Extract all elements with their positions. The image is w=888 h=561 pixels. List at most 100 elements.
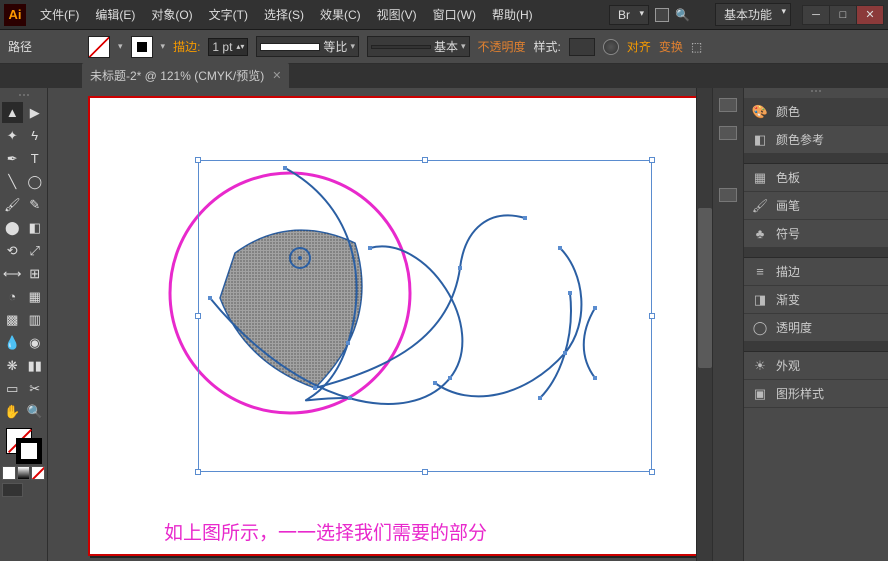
recolor-icon[interactable] (603, 39, 619, 55)
selection-type-label: 路径 (8, 38, 32, 55)
isolate-icon[interactable]: ⬚ (691, 40, 705, 54)
titlebar: Ai 文件(F) 编辑(E) 对象(O) 文字(T) 选择(S) 效果(C) 视… (0, 0, 888, 30)
menu-view[interactable]: 视图(V) (371, 3, 423, 26)
color-guide-icon: ◧ (752, 132, 768, 148)
menu-file[interactable]: 文件(F) (34, 3, 85, 26)
document-tab-title: 未标题-2* @ 121% (CMYK/预览) (90, 67, 264, 84)
zoom-tool[interactable]: 🔍 (25, 401, 46, 422)
menu-object[interactable]: 对象(O) (145, 3, 198, 26)
artboard: 如上图所示，一一选择我们需要的部分 (88, 96, 712, 556)
dock-icon-1[interactable] (719, 98, 737, 112)
app-logo: Ai (4, 4, 26, 26)
minimize-button[interactable]: ─ (802, 5, 830, 25)
main-menu: 文件(F) 编辑(E) 对象(O) 文字(T) 选择(S) 效果(C) 视图(V… (34, 3, 609, 26)
symbol-sprayer-tool[interactable]: ❋ (2, 355, 23, 376)
vertical-scrollbar[interactable] (696, 88, 712, 561)
magic-wand-tool[interactable]: ✦ (2, 125, 23, 146)
symbols-icon: ♣ (752, 226, 768, 242)
panel-graphic-styles[interactable]: ▣图形样式 (744, 380, 888, 408)
direct-selection-tool[interactable]: ▶ (25, 102, 46, 123)
pen-tool[interactable]: ✒ (2, 148, 23, 169)
var-width-profile[interactable]: 等比▾ (256, 36, 359, 57)
type-tool[interactable]: T (25, 148, 46, 169)
workspace-dropdown[interactable]: 基本功能 (715, 3, 791, 26)
hand-tool[interactable]: ✋ (2, 401, 23, 422)
stroke-label[interactable]: 描边: (173, 38, 200, 55)
align-label[interactable]: 对齐 (627, 38, 651, 55)
width-tool[interactable]: ⟷ (2, 263, 23, 284)
stroke-dropdown-icon[interactable]: ▾ (161, 41, 166, 52)
close-button[interactable]: ✕ (856, 5, 884, 25)
menu-window[interactable]: 窗口(W) (427, 3, 482, 26)
menu-select[interactable]: 选择(S) (258, 3, 310, 26)
panel-symbols[interactable]: ♣符号 (744, 220, 888, 248)
transform-label[interactable]: 变换 (659, 38, 683, 55)
scale-tool[interactable]: ⤢ (25, 240, 46, 261)
tab-close-icon[interactable]: ✕ (272, 69, 281, 82)
search-icon[interactable]: 🔍 (675, 8, 689, 22)
selection-bounding-box[interactable] (198, 160, 652, 472)
screen-mode[interactable] (2, 483, 23, 497)
graph-tool[interactable]: ▮▮ (25, 355, 46, 376)
shape-builder-tool[interactable]: ◔ (2, 286, 23, 307)
pencil-tool[interactable]: ✎ (25, 194, 46, 215)
panel-color-guide[interactable]: ◧颜色参考 (744, 126, 888, 154)
dock-strip (712, 88, 744, 561)
eraser-tool[interactable]: ◧ (25, 217, 46, 238)
blend-tool[interactable]: ◉ (25, 332, 46, 353)
rectangle-tool[interactable]: ◯ (25, 171, 46, 192)
eyedropper-tool[interactable]: 💧 (2, 332, 23, 353)
appearance-icon: ☀ (752, 358, 768, 374)
mesh-tool[interactable]: ▩ (2, 309, 23, 330)
canvas-area[interactable]: 如上图所示，一一选择我们需要的部分 (48, 88, 712, 561)
document-tab[interactable]: 未标题-2* @ 121% (CMYK/预览) ✕ (82, 63, 289, 88)
brush-def[interactable]: 基本▾ (367, 36, 470, 57)
graphic-styles-icon: ▣ (752, 386, 768, 402)
dock-icon-2[interactable] (719, 126, 737, 140)
free-transform-tool[interactable]: ⊞ (25, 263, 46, 284)
gradient-tool[interactable]: ▥ (25, 309, 46, 330)
style-label: 样式: (534, 38, 561, 55)
line-tool[interactable]: ╲ (2, 171, 23, 192)
fill-stroke-indicator[interactable] (2, 428, 45, 464)
menu-help[interactable]: 帮助(H) (486, 3, 539, 26)
maximize-button[interactable]: □ (829, 5, 857, 25)
paintbrush-tool[interactable]: 🖌 (2, 194, 23, 215)
style-dropdown[interactable] (569, 38, 595, 56)
slice-tool[interactable]: ✂ (25, 378, 46, 399)
rotate-tool[interactable]: ⟲ (2, 240, 23, 261)
document-tab-bar: 未标题-2* @ 121% (CMYK/预览) ✕ (0, 64, 888, 88)
menu-edit[interactable]: 编辑(E) (89, 3, 141, 26)
blob-brush-tool[interactable]: ⬤ (2, 217, 23, 238)
palette-icon: 🎨 (752, 104, 768, 120)
control-bar: 路径 ▾ ▾ 描边: 1 pt▴▾ 等比▾ 基本▾ 不透明度 样式: 对齐 变换… (0, 30, 888, 64)
dock-icon-3[interactable] (719, 188, 737, 202)
panel-column: 🎨颜色 ◧颜色参考 ▦色板 🖌画笔 ♣符号 ≡描边 ◨渐变 ◯透明度 ☀外观 ▣… (744, 88, 888, 561)
fill-dropdown-icon[interactable]: ▾ (118, 41, 123, 52)
menu-effect[interactable]: 效果(C) (314, 3, 367, 26)
selection-tool[interactable]: ▲ (2, 102, 23, 123)
fill-swatch[interactable] (88, 36, 110, 58)
color-mode[interactable] (2, 466, 16, 480)
panel-gradient[interactable]: ◨渐变 (744, 286, 888, 314)
perspective-tool[interactable]: ▦ (25, 286, 46, 307)
panel-stroke[interactable]: ≡描边 (744, 258, 888, 286)
panel-appearance[interactable]: ☀外观 (744, 352, 888, 380)
gradient-mode[interactable] (17, 466, 31, 480)
layout-icon[interactable] (655, 8, 669, 22)
lasso-tool[interactable]: ϟ (25, 125, 46, 146)
menu-type[interactable]: 文字(T) (203, 3, 254, 26)
scrollbar-thumb[interactable] (698, 208, 712, 368)
panel-transparency[interactable]: ◯透明度 (744, 314, 888, 342)
panel-swatches[interactable]: ▦色板 (744, 164, 888, 192)
panel-brushes[interactable]: 🖌画笔 (744, 192, 888, 220)
stroke-weight-input[interactable]: 1 pt▴▾ (208, 38, 248, 56)
stroke-swatch[interactable] (131, 36, 153, 58)
stroke-icon: ≡ (752, 264, 768, 280)
bridge-button[interactable]: Br (609, 5, 649, 25)
artboard-tool[interactable]: ▭ (2, 378, 23, 399)
panel-color[interactable]: 🎨颜色 (744, 98, 888, 126)
none-mode[interactable] (31, 466, 45, 480)
opacity-label[interactable]: 不透明度 (478, 38, 526, 55)
brush-icon: 🖌 (752, 198, 768, 214)
